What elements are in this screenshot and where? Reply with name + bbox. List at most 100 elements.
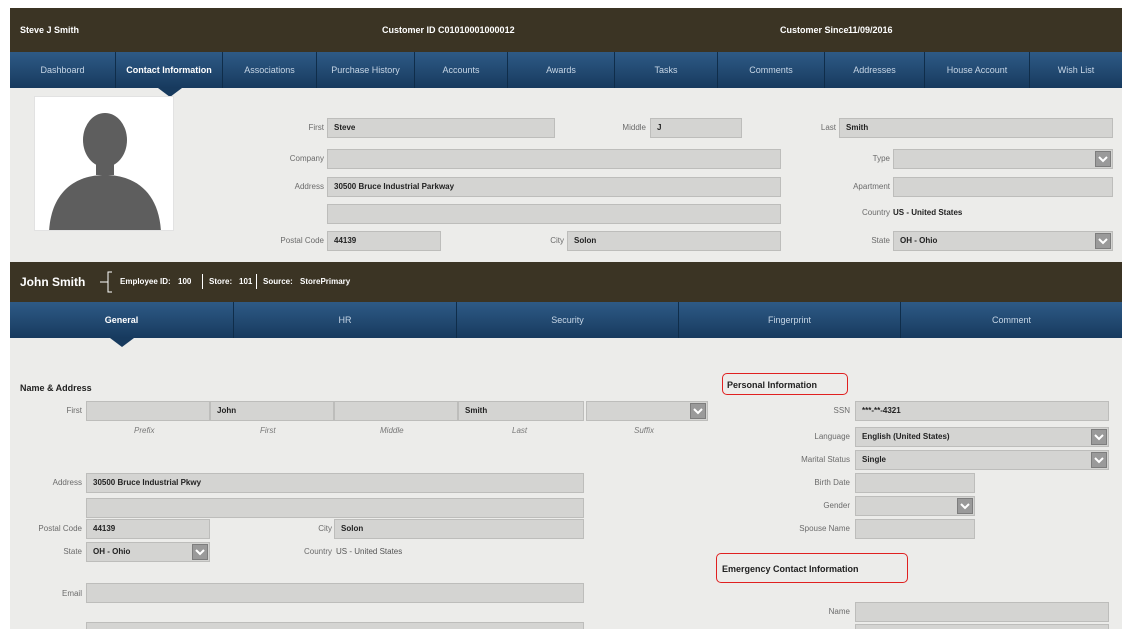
employee-postal-code-input[interactable]: 44139	[86, 519, 210, 539]
email-input[interactable]	[86, 583, 584, 603]
source-value: StorePrimary	[300, 277, 351, 286]
store-value: 101	[239, 277, 253, 286]
prefix-input[interactable]	[86, 401, 210, 421]
tab-general[interactable]: General	[10, 302, 234, 338]
customer-since-label: Customer Since	[780, 25, 849, 35]
employee-state-select[interactable]: OH - Ohio	[86, 542, 210, 562]
state-select-value: OH - Ohio	[900, 236, 938, 245]
tab-awards[interactable]: Awards	[508, 52, 615, 88]
postal-code-input[interactable]: 44139	[327, 231, 441, 251]
tab-dashboard[interactable]: Dashboard	[10, 52, 116, 88]
tab-hr[interactable]: HR	[234, 302, 457, 338]
employee-state-label: State	[63, 547, 82, 556]
last-name-label: Last	[820, 123, 836, 132]
employee-city-input[interactable]: Solon	[334, 519, 584, 539]
employee-country-value: US - United States	[336, 547, 403, 556]
ssn-label: SSN	[833, 406, 850, 415]
spouse-name-label: Spouse Name	[799, 524, 850, 533]
store-label: Store:	[209, 277, 233, 286]
employee-first-name-input[interactable]: John	[210, 401, 334, 421]
last-name-input[interactable]: Smith	[839, 118, 1113, 138]
chevron-down-icon[interactable]	[1095, 151, 1111, 167]
employee-first-label: First	[66, 406, 82, 415]
person-silhouette-icon	[49, 113, 161, 230]
country-value: US - United States	[893, 208, 963, 217]
tab-associations[interactable]: Associations	[223, 52, 317, 88]
chevron-down-icon[interactable]	[690, 403, 706, 419]
tab-contact-information[interactable]: Contact Information	[116, 52, 223, 88]
tab-comment[interactable]: Comment	[901, 302, 1122, 338]
type-label: Type	[872, 154, 890, 163]
employee-middle-name-input[interactable]	[334, 401, 458, 421]
marital-status-label: Marital Status	[801, 455, 850, 464]
apartment-input[interactable]	[893, 177, 1113, 197]
address-label: Address	[294, 182, 324, 191]
employee-city-label: City	[318, 524, 332, 533]
name-address-heading: Name & Address	[20, 383, 92, 393]
emergency-name-input[interactable]	[855, 602, 1109, 622]
tab-house-account[interactable]: House Account	[925, 52, 1030, 88]
middle-caption: Middle	[380, 426, 404, 435]
middle-name-input[interactable]: J	[650, 118, 742, 138]
chevron-down-icon[interactable]	[957, 498, 973, 514]
chevron-down-icon[interactable]	[1091, 452, 1107, 468]
employee-maintenance-window: Steve J Smith Customer ID C0101000100001…	[10, 8, 1122, 629]
emergency-extra-input[interactable]	[855, 624, 1109, 629]
marital-status-value: Single	[862, 455, 887, 464]
bracket-divider-icon	[100, 271, 112, 293]
apartment-label: Apartment	[853, 182, 890, 191]
customer-name: Steve J Smith	[20, 25, 80, 35]
first-name-label: First	[308, 123, 324, 132]
employee-id-value: 100	[178, 277, 192, 286]
middle-name-label: Middle	[622, 123, 646, 132]
marital-status-select[interactable]: Single	[855, 450, 1109, 470]
address-line1-input[interactable]: 30500 Bruce Industrial Parkway	[327, 177, 781, 197]
prefix-caption: Prefix	[134, 426, 155, 435]
state-select[interactable]: OH - Ohio	[893, 231, 1113, 251]
state-label: State	[871, 236, 890, 245]
chevron-down-icon[interactable]	[1091, 429, 1107, 445]
type-select[interactable]	[893, 149, 1113, 169]
gender-select[interactable]	[855, 496, 975, 516]
tab-comments[interactable]: Comments	[718, 52, 825, 88]
birth-date-label: Birth Date	[814, 478, 850, 487]
last-caption: Last	[512, 426, 528, 435]
employee-extra-input[interactable]	[86, 622, 584, 629]
employee-last-name-input[interactable]: Smith	[458, 401, 584, 421]
divider	[202, 274, 203, 289]
divider	[256, 274, 257, 289]
employee-id-label: Employee ID:	[120, 277, 171, 286]
tab-accounts[interactable]: Accounts	[415, 52, 508, 88]
employee-header: John Smith Employee ID: 100 Store: 101 S…	[10, 262, 1122, 302]
language-select[interactable]: English (United States)	[855, 427, 1109, 447]
chevron-down-icon[interactable]	[192, 544, 208, 560]
active-subtab-indicator	[110, 338, 134, 347]
address-line2-input[interactable]	[327, 204, 781, 224]
tab-security[interactable]: Security	[457, 302, 679, 338]
tab-wish-list[interactable]: Wish List	[1030, 52, 1122, 88]
language-select-value: English (United States)	[862, 432, 950, 441]
company-input[interactable]	[327, 149, 781, 169]
suffix-select[interactable]	[586, 401, 708, 421]
tab-tasks[interactable]: Tasks	[615, 52, 718, 88]
employee-tab-bar: General HR Security Fingerprint Comment	[10, 302, 1122, 338]
employee-address-line2-input[interactable]	[86, 498, 584, 518]
city-input[interactable]: Solon	[567, 231, 781, 251]
customer-id-value: C01010001000012	[438, 25, 515, 35]
tab-addresses[interactable]: Addresses	[825, 52, 925, 88]
ssn-input[interactable]: ***-**-4321	[855, 401, 1109, 421]
language-label: Language	[814, 432, 850, 441]
birth-date-input[interactable]	[855, 473, 975, 493]
employee-state-value: OH - Ohio	[93, 547, 131, 556]
first-caption: First	[260, 426, 276, 435]
tab-purchase-history[interactable]: Purchase History	[317, 52, 415, 88]
chevron-down-icon[interactable]	[1095, 233, 1111, 249]
employee-address-line1-input[interactable]: 30500 Bruce Industrial Pkwy	[86, 473, 584, 493]
customer-header: Steve J Smith Customer ID C0101000100001…	[10, 8, 1122, 52]
first-name-input[interactable]: Steve	[327, 118, 555, 138]
employee-address-label: Address	[52, 478, 82, 487]
email-label: Email	[61, 589, 82, 598]
suffix-caption: Suffix	[634, 426, 655, 435]
tab-fingerprint[interactable]: Fingerprint	[679, 302, 901, 338]
spouse-name-input[interactable]	[855, 519, 975, 539]
